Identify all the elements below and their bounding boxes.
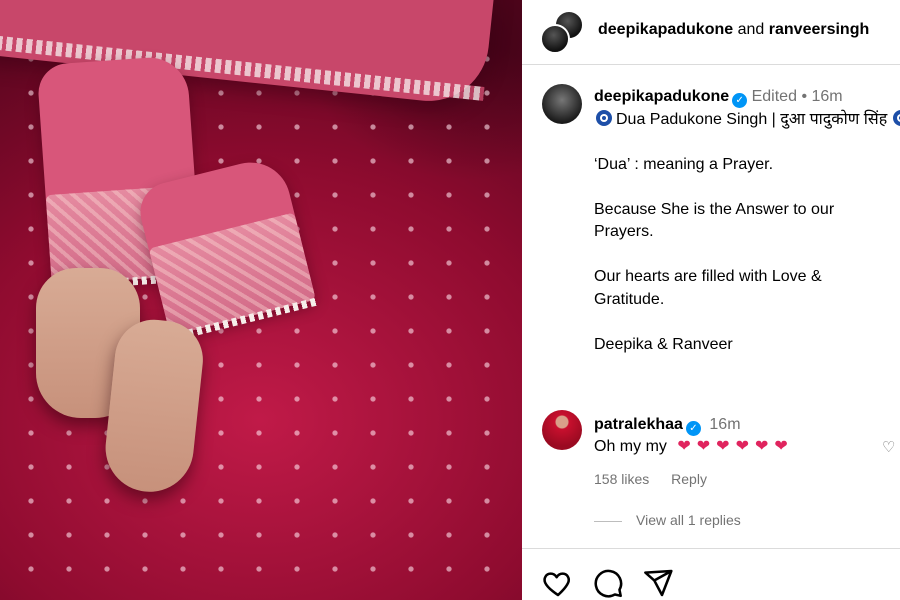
caption-line: Deepika & Ranveer <box>594 335 733 353</box>
heart-emojis: ❤ ❤ ❤ ❤ ❤ ❤ <box>671 438 787 455</box>
divider <box>594 520 622 522</box>
author-link[interactable]: ranveersingh <box>769 21 869 38</box>
reply-button[interactable]: Reply <box>671 471 707 487</box>
caption-line: ‘Dua’ : meaning a Prayer. <box>594 155 774 173</box>
action-bar <box>522 548 900 600</box>
verified-icon: ✓ <box>732 93 748 108</box>
heart-emoji: ❤ <box>677 438 691 455</box>
collab-avatars[interactable] <box>540 10 584 54</box>
caption-time[interactable]: 16m <box>812 88 843 105</box>
caption-body: deepikapadukone ✓ Edited • 16m Dua Paduko… <box>594 86 900 356</box>
post-photo[interactable] <box>0 0 522 600</box>
heart-emoji: ❤ <box>774 438 788 455</box>
verified-icon: ✓ <box>685 421 701 436</box>
post-header: deepikapadukone and ranveersingh <box>522 0 900 65</box>
nazar-amulet-icon <box>596 109 612 126</box>
view-replies-button[interactable]: View all 1 replies <box>594 512 741 528</box>
comment-like-heart-icon[interactable]: ♡ <box>882 438 900 456</box>
heart-emoji: ❤ <box>754 438 769 455</box>
author-joiner: and <box>737 21 765 38</box>
heart-emoji: ❤ <box>735 438 749 455</box>
avatar[interactable] <box>542 410 582 450</box>
comment-username[interactable]: patralekhaa <box>594 416 683 433</box>
comment-time[interactable]: 16m <box>709 416 740 433</box>
comment-likes[interactable]: 158 likes <box>594 471 649 487</box>
comment-text: Oh my my <box>594 438 667 455</box>
post-authors: deepikapadukone and ranveersingh <box>598 21 869 39</box>
heart-emoji: ❤ <box>716 438 730 455</box>
nazar-amulet-icon <box>893 109 900 126</box>
post-side-panel: deepikapadukone and ranveersingh deepika… <box>522 0 900 600</box>
caption-username[interactable]: deepikapadukone <box>594 88 729 105</box>
comment-body: patralekhaa ✓ 16m Oh my my ❤ ❤ ❤ ❤ ❤ ❤ 158 lik… <box>594 414 900 490</box>
meta-separator: • <box>801 88 808 105</box>
heart-emoji: ❤ <box>696 438 711 455</box>
caption-line: Our hearts are filled with Love & Gratit… <box>594 268 822 308</box>
heart-icon[interactable] <box>542 567 574 599</box>
caption-line: Because She is the Answer to our Prayers… <box>594 200 835 241</box>
view-replies-label: View all 1 replies <box>636 512 741 528</box>
author-link[interactable]: deepikapadukone <box>598 21 733 38</box>
avatar <box>540 24 570 54</box>
edited-label: Edited <box>751 88 797 105</box>
caption-title: Dua Padukone Singh | दुआ पादुकोण सिंह <box>616 110 888 128</box>
share-icon[interactable] <box>642 567 674 599</box>
avatar[interactable] <box>542 84 582 124</box>
comment-icon[interactable] <box>592 567 624 599</box>
